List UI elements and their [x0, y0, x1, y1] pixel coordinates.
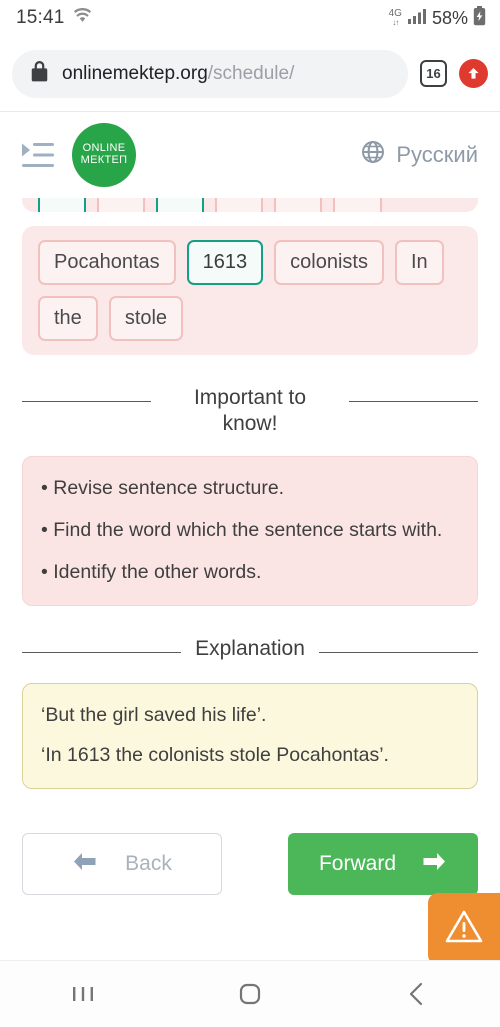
tab-count-button[interactable]: 16: [420, 60, 447, 87]
arrow-left-icon: [72, 852, 97, 877]
site-header: ONLINE МЕКТЕП Русский: [0, 112, 500, 198]
word-tile-stole[interactable]: stole: [108, 296, 184, 341]
forward-button-label: Forward: [318, 852, 397, 876]
word-bank-panel-clipped: . . . . . ...: [22, 198, 478, 212]
explanation-line: ‘In 1613 the colonists stole Pocahontas’…: [41, 743, 389, 766]
important-note-box: • Revise sentence structure. • Find the …: [22, 455, 478, 607]
word-tile[interactable]: .: [274, 198, 322, 212]
word-tile[interactable]: .: [38, 198, 86, 212]
panel-spacer: [0, 212, 500, 226]
battery-charging-icon: [473, 5, 486, 31]
important-bullet: • Find the word which the sentence start…: [41, 518, 443, 541]
sidebar-expand-icon[interactable]: [22, 142, 54, 168]
recents-icon[interactable]: [43, 961, 123, 1027]
back-button-label: Back: [125, 852, 172, 876]
language-label: Русский: [396, 142, 478, 167]
divider-line-right: [349, 401, 478, 402]
forward-button[interactable]: Forward: [288, 833, 478, 896]
network-arrows: ↓↑: [392, 18, 399, 27]
page-content: . . . . . ... Pocahontas 1613 colonists …: [0, 198, 500, 960]
word-tile[interactable]: ...: [333, 198, 382, 212]
upload-arrow-icon[interactable]: [459, 59, 488, 88]
language-selector[interactable]: Русский: [361, 140, 478, 170]
word-tile-colonists[interactable]: colonists: [274, 240, 384, 285]
home-icon[interactable]: [210, 961, 290, 1027]
tile-row: Pocahontas 1613 colonists In the stole: [38, 240, 462, 341]
globe-icon: [361, 140, 385, 170]
back-chevron-icon[interactable]: [377, 961, 457, 1027]
network-type-icon: 4G ↓↑: [389, 9, 402, 27]
word-tile[interactable]: .: [156, 198, 204, 212]
word-tile-in[interactable]: In: [394, 240, 444, 285]
divider-line-left: [22, 401, 151, 402]
warning-triangle-icon: [444, 908, 484, 950]
back-button[interactable]: Back: [22, 833, 222, 896]
explanation-line: ‘But the girl saved his life’.: [41, 703, 267, 726]
divider-label: Explanation: [195, 637, 305, 661]
arrow-right-icon: [422, 852, 447, 877]
important-bullet: • Revise sentence structure.: [41, 476, 285, 499]
lock-icon: [30, 60, 49, 87]
word-bank-panel: Pocahontas 1613 colonists In the stole: [22, 226, 478, 355]
divider-important: Important to know!: [22, 385, 478, 438]
signal-bars-icon: [407, 8, 427, 29]
divider-line-left: [22, 652, 182, 654]
word-tile-pocahontas[interactable]: Pocahontas: [38, 240, 176, 285]
navigation-buttons: Back Forward: [22, 833, 478, 896]
url-bar[interactable]: onlinemektep.org/schedule/: [12, 49, 408, 98]
important-bullet: • Identify the other words.: [41, 561, 262, 584]
android-nav-bar: [0, 960, 500, 1027]
browser-toolbar: onlinemektep.org/schedule/ 16: [0, 36, 500, 112]
word-tile[interactable]: .: [215, 198, 263, 212]
word-tile-1613[interactable]: 1613: [186, 240, 264, 285]
divider-line-right: [318, 652, 478, 654]
battery-percent-label: 58%: [431, 7, 468, 28]
divider-explanation: Explanation: [22, 636, 478, 662]
status-clock: 15:41: [16, 7, 65, 28]
word-tile[interactable]: .: [97, 198, 145, 212]
url-text: onlinemektep.org/schedule/: [62, 63, 294, 85]
status-bar-left: 15:41: [16, 6, 92, 30]
explanation-box: ‘But the girl saved his life’. ‘In 1613 …: [22, 682, 478, 790]
url-host: onlinemektep.org: [62, 62, 208, 84]
url-path: /schedule/: [207, 62, 295, 84]
wifi-icon: [73, 6, 92, 30]
site-logo[interactable]: ONLINE МЕКТЕП: [72, 123, 136, 187]
divider-label: Important to know!: [193, 386, 307, 436]
tile-row: . . . . . ...: [38, 198, 462, 212]
android-status-bar: 15:41 4G ↓↑ 58%: [0, 0, 500, 36]
warning-fab-button[interactable]: [428, 893, 500, 965]
word-tile-the[interactable]: the: [38, 296, 98, 341]
status-bar-right: 4G ↓↑ 58%: [389, 5, 486, 31]
logo-line-2: МЕКТЕП: [80, 154, 128, 166]
